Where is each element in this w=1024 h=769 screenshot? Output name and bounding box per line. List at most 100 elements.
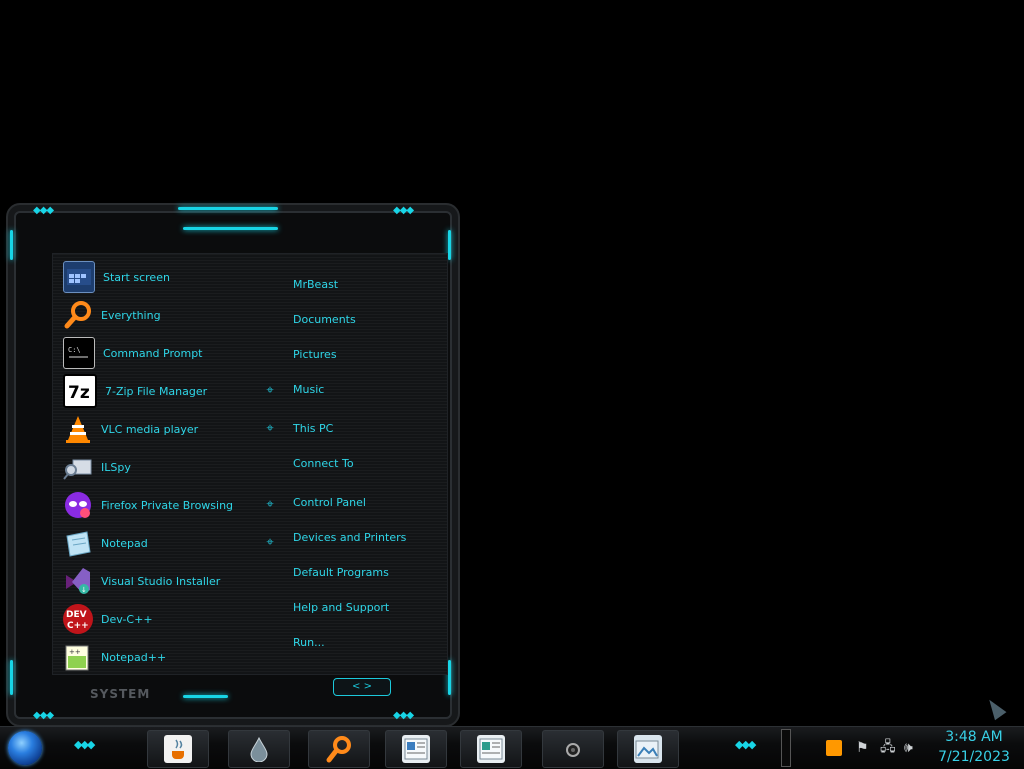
program-label: ILSpy <box>101 460 131 474</box>
mouse-cursor-icon <box>983 695 1007 721</box>
program-label: VLC media player <box>101 422 199 436</box>
frame-accent-top-inner <box>183 227 278 230</box>
program-label: Everything <box>101 308 161 322</box>
place-default-programs[interactable]: Default Programs <box>293 566 389 579</box>
frame-accent-left <box>10 230 13 260</box>
taskbar: ◆◆◆ ◆◆◆ ⚑ 🖧 🕪 3:48 AM 7/21/2023 <box>0 726 1024 769</box>
program-label: Notepad++ <box>101 650 167 664</box>
program-item-everything[interactable]: Everything <box>63 298 161 332</box>
program-item-devcpp[interactable]: DEV C++ Dev-C++ <box>63 602 153 636</box>
tray-icon-network[interactable]: 🖧 <box>880 733 896 763</box>
taskbar-button-camera[interactable] <box>542 730 604 768</box>
flag-icon: ⚑ <box>856 740 869 756</box>
program-label: Notepad <box>101 536 148 550</box>
taskbar-clock[interactable]: 3:48 AM 7/21/2023 <box>930 727 1018 767</box>
taskbar-chevron-icon: ◆◆◆ <box>735 738 756 751</box>
firefox-private-icon <box>63 490 93 520</box>
jumplist-arrow-icon[interactable]: ⌖ <box>263 384 277 398</box>
jumplist-arrow-icon[interactable]: ⌖ <box>263 498 277 512</box>
place-run[interactable]: Run... <box>293 636 325 649</box>
program-item-vs-installer[interactable]: ↓ Visual Studio Installer <box>63 564 220 598</box>
devcpp-icon: DEV C++ <box>63 604 93 634</box>
place-devices-and-printers[interactable]: Devices and Printers <box>293 531 406 544</box>
taskbar-button-java[interactable] <box>147 730 209 768</box>
place-user-folder[interactable]: MrBeast <box>293 278 338 291</box>
place-music[interactable]: Music <box>293 383 324 396</box>
taskbar-button-drop[interactable] <box>228 730 290 768</box>
frame-chevrons-br: ◆◆◆ <box>393 710 414 721</box>
sublime-icon <box>826 740 842 756</box>
clock-date: 7/21/2023 <box>938 749 1010 765</box>
program-label: Command Prompt <box>103 346 203 360</box>
place-help-and-support[interactable]: Help and Support <box>293 601 389 614</box>
frame-chevrons-tl: ◆◆◆ <box>33 205 54 216</box>
program-list: Start screen Everything C:\ Command Prom… <box>53 254 283 674</box>
start-orb-button[interactable] <box>8 731 42 765</box>
magnifier-icon <box>63 300 93 330</box>
taskbar-button-newspaper[interactable] <box>385 730 447 768</box>
place-control-panel[interactable]: Control Panel <box>293 496 366 509</box>
program-label: Dev-C++ <box>101 612 153 626</box>
program-item-firefox-private[interactable]: Firefox Private Browsing <box>63 488 233 522</box>
svg-text:++: ++ <box>69 648 81 656</box>
svg-text:7z: 7z <box>68 383 90 402</box>
program-label: Firefox Private Browsing <box>101 498 234 512</box>
frame-accent-left-bottom <box>10 660 13 695</box>
jumplist-arrow-icon[interactable]: ⌖ <box>263 422 277 436</box>
frame-accent-top <box>178 207 278 210</box>
program-item-notepadpp[interactable]: ++ Notepad++ <box>63 640 166 674</box>
program-item-command-prompt[interactable]: C:\ Command Prompt <box>63 336 203 370</box>
java-icon <box>164 735 192 763</box>
photo-viewer-icon <box>634 735 662 763</box>
tray-icon-sublime[interactable] <box>826 733 842 763</box>
water-drop-icon <box>245 735 273 763</box>
clock-time: 3:48 AM <box>945 729 1003 745</box>
frame-chevrons-bl: ◆◆◆ <box>33 710 54 721</box>
places-list: MrBeast Documents Pictures Music This PC… <box>293 254 443 674</box>
program-label: Visual Studio Installer <box>101 574 221 588</box>
frame-accent-right-bottom <box>448 660 451 695</box>
program-label: 7-Zip File Manager <box>105 384 208 398</box>
taskbar-button-photos[interactable] <box>617 730 679 768</box>
tray-icon-action-center[interactable]: ⚑ <box>856 733 869 763</box>
newspaper-icon <box>402 735 430 763</box>
camera-icon <box>559 735 587 763</box>
notepad-icon <box>63 528 93 558</box>
place-this-pc[interactable]: This PC <box>293 422 333 435</box>
place-pictures[interactable]: Pictures <box>293 348 337 361</box>
taskbar-button-everything[interactable] <box>308 730 370 768</box>
start-screen-icon <box>63 261 95 293</box>
notepadpp-icon: ++ <box>63 642 93 672</box>
svg-text:DEV: DEV <box>66 610 87 620</box>
start-menu: ◆◆◆ ◆◆◆ ◆◆◆ ◆◆◆ Start screen Everything … <box>6 203 460 727</box>
7zip-icon: 7z <box>63 374 97 408</box>
place-documents[interactable]: Documents <box>293 313 356 326</box>
frame-accent-right <box>448 230 451 260</box>
network-icon: 🖧 <box>880 739 896 755</box>
frame-accent-bottom <box>183 695 228 698</box>
svg-text:C:\: C:\ <box>68 346 81 354</box>
show-desktop-button[interactable] <box>781 729 791 767</box>
system-label: SYSTEM <box>90 687 151 701</box>
taskbar-chevron-icon: ◆◆◆ <box>74 738 95 751</box>
vlc-cone-icon <box>63 414 93 444</box>
jumplist-arrow-icon[interactable]: ⌖ <box>263 536 277 550</box>
taskbar-button-document[interactable] <box>460 730 522 768</box>
program-label: Start screen <box>103 270 170 284</box>
nav-arrows-button[interactable]: < > <box>333 678 391 696</box>
start-menu-pane: Start screen Everything C:\ Command Prom… <box>52 253 448 675</box>
svg-text:C++: C++ <box>67 621 89 631</box>
volume-icon: 🕪 <box>904 740 913 756</box>
tray-icon-volume[interactable]: 🕪 <box>904 733 913 763</box>
document-icon <box>477 735 505 763</box>
program-item-start-screen[interactable]: Start screen <box>63 260 170 294</box>
ilspy-icon <box>63 452 93 482</box>
program-item-vlc[interactable]: VLC media player <box>63 412 198 446</box>
program-item-ilspy[interactable]: ILSpy <box>63 450 131 484</box>
svg-text:↓: ↓ <box>81 586 87 594</box>
program-item-7zip[interactable]: 7z 7-Zip File Manager <box>63 374 207 408</box>
program-item-notepad[interactable]: Notepad <box>63 526 148 560</box>
place-connect-to[interactable]: Connect To <box>293 457 354 470</box>
magnifier-icon <box>325 735 353 763</box>
cmd-icon: C:\ <box>63 337 95 369</box>
